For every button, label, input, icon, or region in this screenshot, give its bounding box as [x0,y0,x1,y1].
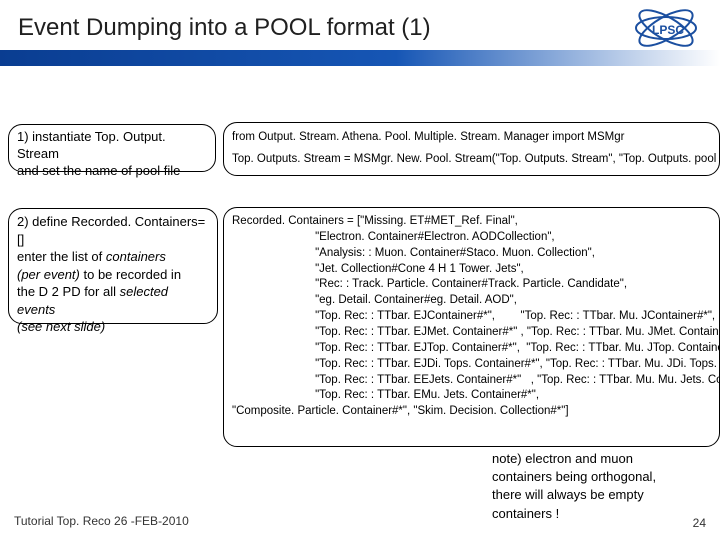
note-l4: containers ! [492,505,672,523]
step1-line1: 1) instantiate Top. Output. Stream [17,129,207,163]
note-l3: there will always be empty [492,486,672,504]
slide: { "title": "Event Dumping into a POOL fo… [0,0,720,540]
c4-l9: "Top. Rec: : TTbar. EJTop. Container#*",… [232,341,711,357]
page-title: Event Dumping into a POOL format (1) [18,14,431,42]
c4-l7: "Top. Rec: : TTbar. EJContainer#*", "Top… [232,309,711,325]
page-number: 24 [693,516,706,530]
step2-line1: 2) define Recorded. Containers=[] [17,213,209,248]
step1-line2: and set the name of pool file [17,163,207,180]
c4-l11: "Top. Rec: : TTbar. EEJets. Container#*"… [232,373,711,389]
code3-line1: from Output. Stream. Athena. Pool. Multi… [232,129,711,147]
code3-line2: Top. Outputs. Stream = MSMgr. New. Pool.… [232,151,711,169]
step2-line5: (see next slide) [17,318,209,336]
c4-l5: "Rec: : Track. Particle. Container#Track… [232,277,711,293]
c4-l13: "Composite. Particle. Container#*", "Ski… [232,404,711,420]
c4-l1: Recorded. Containers = ["Missing. ET#MET… [232,214,711,230]
c4-l8: "Top. Rec: : TTbar. EJMet. Container#*" … [232,325,711,341]
c4-l12: "Top. Rec: : TTbar. EMu. Jets. Container… [232,388,711,404]
note-l2: containers being orthogonal, [492,468,672,486]
footer-text: Tutorial Top. Reco 26 -FEB-2010 [14,514,189,528]
callout-step1: 1) instantiate Top. Output. Stream and s… [8,124,216,172]
c4-l2: "Electron. Container#Electron. AODCollec… [232,230,711,246]
c4-l4: "Jet. Collection#Cone 4 H 1 Tower. Jets"… [232,262,711,278]
step2-line2: enter the list of containers [17,248,209,266]
title-stripe [0,50,720,66]
note-box: note) electron and muon containers being… [492,450,672,523]
c4-l3: "Analysis: : Muon. Container#Staco. Muon… [232,246,711,262]
code-box-import: from Output. Stream. Athena. Pool. Multi… [223,122,720,176]
note-l1: note) electron and muon [492,450,672,468]
c4-l6: "eg. Detail. Container#eg. Detail. AOD", [232,293,711,309]
callout-step2: 2) define Recorded. Containers=[] enter … [8,208,218,324]
step2-line3: (per event) to be recorded in [17,266,209,284]
logo-text: LPSC [652,23,684,37]
code-box-containers: Recorded. Containers = ["Missing. ET#MET… [223,207,720,447]
c4-l10: "Top. Rec: : TTbar. EJDi. Tops. Containe… [232,357,711,373]
step2-line4: the D 2 PD for all selected events [17,283,209,318]
